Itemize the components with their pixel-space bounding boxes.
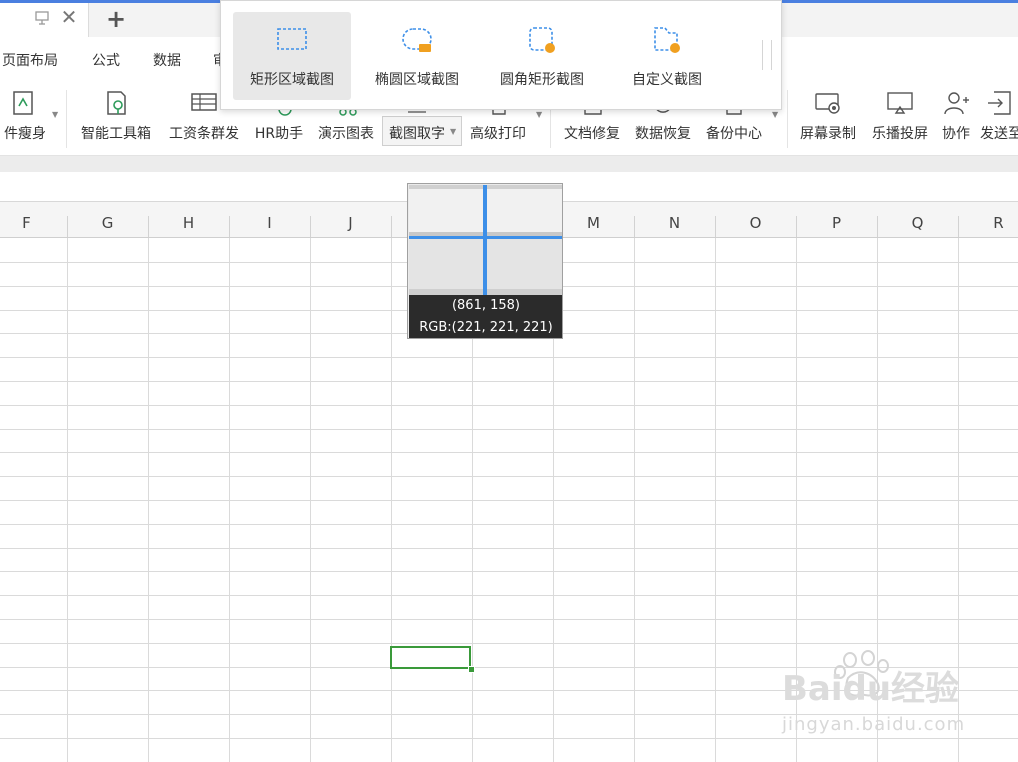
ribbon-label: 高级打印 — [470, 126, 526, 142]
magnified-view — [409, 185, 562, 295]
toolbar-divider-band — [0, 156, 1018, 172]
send-to-icon — [984, 88, 1014, 118]
menu-item-label: 圆角矩形截图 — [500, 72, 584, 88]
column-header-h[interactable]: H — [149, 214, 229, 232]
column-header-r[interactable]: R — [959, 214, 1018, 232]
file-slim-icon — [10, 88, 40, 118]
rounded-rect-capture-icon — [524, 24, 560, 56]
ribbon-collaborate[interactable]: 协作 — [937, 86, 975, 148]
menu-item-ellipse-capture[interactable]: 椭圆区域截图 — [358, 12, 476, 100]
desktop-icon[interactable] — [34, 10, 50, 26]
column-header-g[interactable]: G — [68, 214, 148, 232]
close-tab-icon[interactable]: ✕ — [60, 7, 78, 27]
column-header-f[interactable]: F — [0, 214, 67, 232]
ribbon-label: 屏幕录制 — [800, 126, 856, 142]
column-header-p[interactable]: P — [797, 214, 877, 232]
menu-tab-data[interactable]: 数据 — [153, 50, 181, 70]
fill-handle[interactable] — [468, 666, 475, 673]
selected-cell[interactable] — [390, 646, 471, 669]
menu-item-custom-capture[interactable]: 自定义截图 — [608, 12, 726, 100]
column-header-divider[interactable] — [715, 216, 716, 237]
column-header-divider[interactable] — [391, 216, 392, 237]
dropdown-arrow-icon[interactable]: ▼ — [772, 110, 778, 119]
ribbon-divider — [66, 90, 67, 148]
dropdown-arrow-icon[interactable]: ▼ — [536, 110, 542, 119]
screen-cast-icon — [885, 88, 915, 118]
ribbon-label: 数据恢复 — [635, 126, 691, 142]
smart-toolbox-icon — [101, 88, 131, 118]
column-header-divider[interactable] — [67, 216, 68, 237]
column-header-q[interactable]: Q — [878, 214, 958, 232]
ribbon-label: 备份中心 — [706, 126, 762, 142]
column-header-divider[interactable] — [310, 216, 311, 237]
collaborate-icon — [941, 88, 971, 118]
menu-tab-formula[interactable]: 公式 — [92, 50, 120, 70]
column-header-divider[interactable] — [634, 216, 635, 237]
watermark-logo-text: Baidu经验 — [782, 669, 959, 709]
ribbon-divider — [787, 90, 788, 148]
ribbon-label: HR助手 — [254, 126, 304, 142]
ribbon-label: 件瘦身 — [4, 126, 46, 142]
dropdown-arrow-icon[interactable]: ▼ — [52, 110, 58, 119]
baidu-watermark-logo: Baidu经验 — [782, 650, 959, 709]
column-header-o[interactable]: O — [716, 214, 796, 232]
menu-item-rounded-rect-capture[interactable]: 圆角矩形截图 — [483, 12, 601, 100]
capture-magnifier: (861, 158) RGB:(221, 221, 221) — [407, 183, 563, 339]
ribbon-label: 乐播投屏 — [872, 126, 928, 142]
cursor-coordinates: (861, 158) — [409, 295, 562, 317]
screen-record-icon — [813, 88, 843, 118]
ribbon-send-to[interactable]: 发送至 — [980, 86, 1018, 148]
column-header-divider[interactable] — [148, 216, 149, 237]
ribbon-screen-cast[interactable]: 乐播投屏 — [866, 86, 934, 148]
column-header-divider[interactable] — [958, 216, 959, 237]
ribbon-label: 协作 — [942, 126, 970, 142]
column-header-j[interactable]: J — [311, 214, 391, 232]
column-header-n[interactable]: N — [635, 214, 715, 232]
watermark-url: jingyan.baidu.com — [782, 714, 966, 735]
menu-item-label: 矩形区域截图 — [250, 72, 334, 88]
ribbon-label: 文档修复 — [564, 126, 620, 142]
rectangle-capture-icon — [274, 24, 310, 56]
column-header-divider[interactable] — [796, 216, 797, 237]
column-header-m[interactable]: M — [554, 214, 634, 232]
column-header-i[interactable]: I — [230, 214, 310, 232]
ribbon-label: 截图取字 — [389, 126, 445, 142]
column-header-divider[interactable] — [877, 216, 878, 237]
menu-scroll-grip[interactable] — [762, 40, 772, 70]
menu-tab-page-layout[interactable]: 页面布局 — [2, 50, 58, 70]
pixel-rgb-value: RGB:(221, 221, 221) — [409, 317, 562, 338]
custom-capture-icon — [649, 24, 685, 56]
menu-item-label: 自定义截图 — [632, 72, 702, 88]
ellipse-capture-icon — [399, 24, 435, 56]
new-tab-button[interactable]: + — [104, 5, 128, 33]
ribbon-smart-toolbox[interactable]: 智能工具箱 — [76, 86, 156, 148]
menu-item-label: 椭圆区域截图 — [375, 72, 459, 88]
ribbon-label: 演示图表 — [318, 126, 374, 142]
dropdown-arrow-icon[interactable]: ▼ — [450, 127, 456, 136]
column-header-divider[interactable] — [229, 216, 230, 237]
ribbon-screen-record[interactable]: 屏幕录制 — [794, 86, 862, 148]
ribbon-file-slim[interactable]: 件瘦身 ▼ — [0, 86, 58, 148]
ribbon-label: 发送至 — [980, 126, 1018, 142]
ribbon-label: 智能工具箱 — [81, 126, 151, 142]
payroll-icon — [189, 88, 219, 118]
menu-item-rectangle-capture[interactable]: 矩形区域截图 — [233, 12, 351, 100]
ribbon-label: 工资条群发 — [169, 126, 239, 142]
